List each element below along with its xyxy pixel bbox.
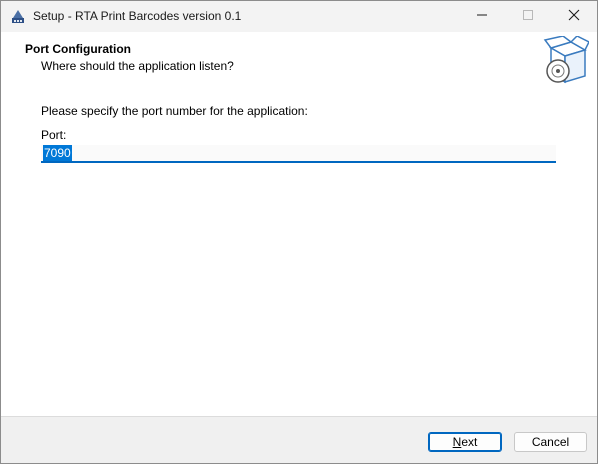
cancel-button[interactable]: Cancel bbox=[514, 432, 587, 452]
setup-window: Setup - RTA Print Barcodes version 0.1 P… bbox=[0, 0, 598, 464]
minimize-button[interactable] bbox=[459, 1, 505, 32]
wizard-footer: Next Cancel bbox=[1, 417, 597, 463]
wizard-body: Please specify the port number for the a… bbox=[1, 90, 597, 416]
page-title: Port Configuration bbox=[25, 42, 131, 56]
title-bar: Setup - RTA Print Barcodes version 0.1 bbox=[1, 1, 597, 32]
close-icon bbox=[568, 9, 580, 24]
minimize-icon bbox=[476, 9, 488, 24]
port-input[interactable]: 7090 bbox=[41, 145, 556, 163]
wizard-header: Port Configuration Where should the appl… bbox=[1, 32, 597, 90]
next-button-label: Next bbox=[452, 435, 478, 449]
cancel-button-label: Cancel bbox=[531, 435, 570, 449]
maximize-button[interactable] bbox=[505, 1, 551, 32]
package-disc-icon bbox=[541, 35, 591, 86]
setup-app-icon bbox=[10, 9, 26, 25]
port-prompt: Please specify the port number for the a… bbox=[41, 104, 308, 118]
page-subtitle: Where should the application listen? bbox=[41, 59, 234, 73]
close-button[interactable] bbox=[551, 1, 597, 32]
window-title: Setup - RTA Print Barcodes version 0.1 bbox=[33, 9, 242, 23]
port-value: 7090 bbox=[43, 145, 72, 161]
port-label: Port: bbox=[41, 128, 67, 142]
next-button[interactable]: Next bbox=[428, 432, 502, 452]
maximize-icon bbox=[522, 9, 534, 24]
